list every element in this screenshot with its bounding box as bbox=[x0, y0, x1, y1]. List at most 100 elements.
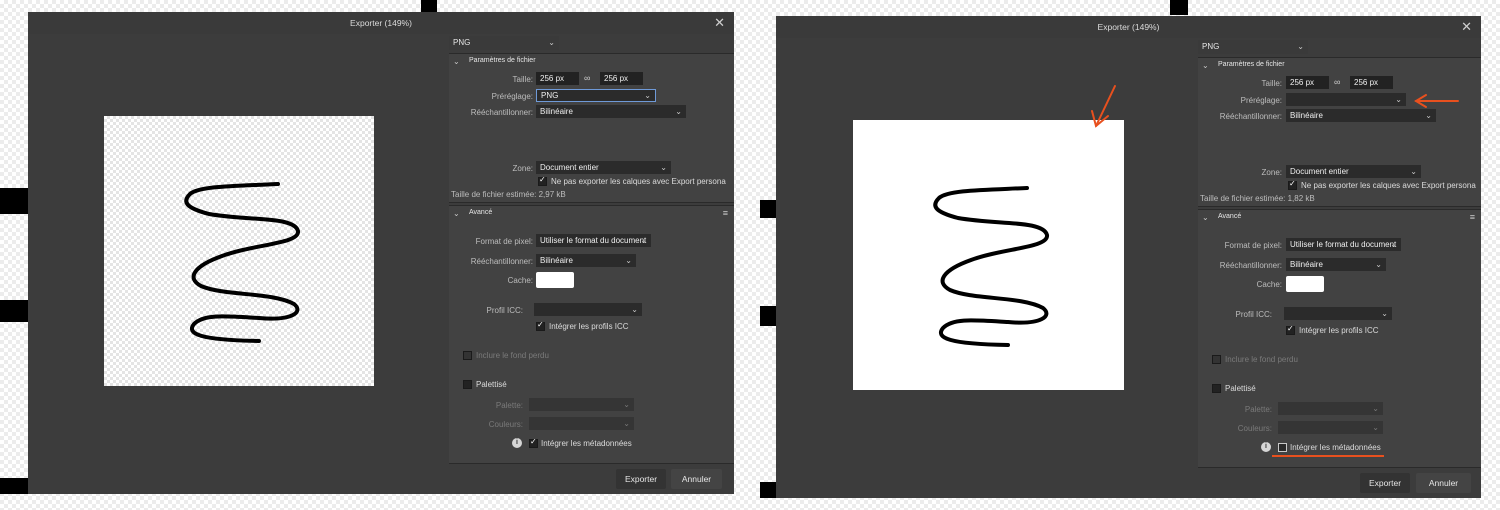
no-export-persona-checkbox[interactable] bbox=[1288, 179, 1297, 190]
embed-icc-checkbox[interactable] bbox=[1286, 324, 1295, 335]
chevron-down-icon[interactable]: ⌄ bbox=[1202, 213, 1209, 222]
embed-icc-label: Intégrer les profils ICC bbox=[1299, 326, 1379, 335]
matte-color-swatch[interactable] bbox=[536, 272, 574, 288]
chevron-down-icon: ⌄ bbox=[625, 256, 632, 265]
export-dialog-left: Exporter (149%) ✕ PNG ⌄ ⌄ Paramètres de … bbox=[28, 12, 734, 494]
resample-dropdown[interactable]: Bilinéaire ⌄ bbox=[536, 105, 686, 118]
width-input[interactable]: 256 px bbox=[1286, 76, 1329, 89]
pixel-format-value: Utiliser le format du document bbox=[540, 236, 647, 245]
zone-label: Zone: bbox=[512, 164, 533, 173]
squiggle-drawing bbox=[184, 182, 300, 343]
format-dropdown[interactable]: PNG ⌄ bbox=[449, 36, 559, 50]
width-input[interactable]: 256 px bbox=[536, 72, 579, 85]
embed-icc-checkbox[interactable] bbox=[536, 320, 545, 331]
export-button[interactable]: Exporter bbox=[616, 469, 666, 489]
include-bleed-label: Inclure le fond perdu bbox=[1225, 355, 1298, 364]
include-bleed-checkbox[interactable] bbox=[463, 351, 472, 360]
chevron-down-icon[interactable]: ⌄ bbox=[453, 209, 460, 218]
info-icon[interactable]: i bbox=[1261, 442, 1271, 452]
chevron-down-icon: ⌄ bbox=[675, 107, 682, 116]
resample-dropdown[interactable]: Bilinéaire ⌄ bbox=[1286, 109, 1436, 122]
hamburger-menu-icon[interactable]: ≡ bbox=[723, 208, 728, 218]
zone-value: Document entier bbox=[1290, 167, 1349, 176]
icc-dropdown[interactable]: ⌄ bbox=[1284, 307, 1392, 320]
palette-dropdown[interactable]: ⌄ bbox=[1278, 402, 1383, 415]
resample2-value: Bilinéaire bbox=[1290, 260, 1323, 269]
chevron-down-icon: ⌄ bbox=[640, 236, 647, 245]
background-mark bbox=[421, 0, 437, 12]
height-input[interactable]: 256 px bbox=[600, 72, 643, 85]
export-settings-panel: PNG ⌄ ⌄ Paramètres de fichier Taille: 25… bbox=[1198, 38, 1481, 498]
title-bar: Exporter (149%) ✕ bbox=[776, 16, 1481, 38]
close-icon[interactable]: ✕ bbox=[1461, 19, 1472, 35]
preset-dropdown[interactable]: ⌄ bbox=[1286, 93, 1406, 106]
chevron-down-icon: ⌄ bbox=[1372, 404, 1379, 413]
matte-label: Cache: bbox=[1256, 280, 1282, 289]
palette-label: Palette: bbox=[495, 401, 523, 410]
colors-dropdown[interactable]: ⌄ bbox=[529, 417, 634, 430]
include-bleed-label: Inclure le fond perdu bbox=[476, 351, 549, 360]
zone-dropdown[interactable]: Document entier ⌄ bbox=[536, 161, 671, 174]
preset-label: Préréglage: bbox=[1240, 96, 1282, 105]
annotation-underline bbox=[1272, 455, 1384, 457]
resample2-value: Bilinéaire bbox=[540, 256, 573, 265]
file-settings-header: Paramètres de fichier bbox=[469, 57, 536, 64]
advanced-header: Avancé bbox=[469, 209, 493, 216]
pixel-format-label: Format de pixel: bbox=[475, 237, 533, 246]
no-export-persona-label: Ne pas exporter les calques avec Export … bbox=[1301, 181, 1476, 190]
zone-dropdown[interactable]: Document entier ⌄ bbox=[1286, 165, 1421, 178]
chevron-down-icon: ⌄ bbox=[1395, 95, 1402, 104]
palette-label: Palette: bbox=[1244, 405, 1272, 414]
preview-canvas bbox=[853, 120, 1124, 390]
icc-dropdown[interactable]: ⌄ bbox=[534, 303, 642, 316]
background-mark bbox=[0, 188, 28, 214]
resample2-dropdown[interactable]: Bilinéaire ⌄ bbox=[536, 254, 636, 267]
palettised-checkbox[interactable] bbox=[1212, 384, 1221, 393]
link-icon[interactable]: ∞ bbox=[584, 73, 590, 83]
pixel-format-dropdown[interactable]: Utiliser le format du document ⌄ bbox=[536, 234, 651, 247]
advanced-header: Avancé bbox=[1218, 213, 1242, 220]
no-export-persona-checkbox[interactable] bbox=[538, 175, 547, 186]
resample-value: Bilinéaire bbox=[540, 107, 573, 116]
matte-color-swatch[interactable] bbox=[1286, 276, 1324, 292]
preview-canvas bbox=[104, 116, 374, 386]
close-icon[interactable]: ✕ bbox=[714, 15, 725, 31]
estimated-size-label: Taille de fichier estimée: 2,97 kB bbox=[451, 190, 566, 199]
include-bleed-checkbox[interactable] bbox=[1212, 355, 1221, 364]
chevron-down-icon: ⌄ bbox=[623, 419, 630, 428]
pixel-format-dropdown[interactable]: Utiliser le format du document ⌄ bbox=[1286, 238, 1401, 251]
resample-label: Rééchantillonner: bbox=[1219, 112, 1282, 121]
chevron-down-icon: ⌄ bbox=[548, 38, 555, 47]
cancel-button[interactable]: Annuler bbox=[671, 469, 722, 489]
estimated-size-label: Taille de fichier estimée: 1,82 kB bbox=[1200, 194, 1315, 203]
dialog-title: Exporter (149%) bbox=[1097, 22, 1160, 32]
chevron-down-icon: ⌄ bbox=[1425, 111, 1432, 120]
link-icon[interactable]: ∞ bbox=[1334, 77, 1340, 87]
chevron-down-icon[interactable]: ⌄ bbox=[453, 57, 460, 66]
preset-dropdown[interactable]: PNG ⌄ bbox=[536, 89, 656, 102]
embed-metadata-checkbox[interactable] bbox=[529, 437, 538, 448]
background-mark bbox=[0, 300, 28, 322]
resample2-dropdown[interactable]: Bilinéaire ⌄ bbox=[1286, 258, 1386, 271]
cancel-button[interactable]: Annuler bbox=[1416, 473, 1471, 493]
export-button[interactable]: Exporter bbox=[1360, 473, 1410, 493]
pixel-format-label: Format de pixel: bbox=[1224, 241, 1282, 250]
format-dropdown[interactable]: PNG ⌄ bbox=[1198, 40, 1308, 54]
background-mark bbox=[0, 478, 28, 494]
chevron-down-icon: ⌄ bbox=[623, 400, 630, 409]
zone-value: Document entier bbox=[540, 163, 599, 172]
resample2-label: Rééchantillonner: bbox=[470, 257, 533, 266]
resample-value: Bilinéaire bbox=[1290, 111, 1323, 120]
palettised-checkbox[interactable] bbox=[463, 380, 472, 389]
export-dialog-right: Exporter (149%) ✕ PNG ⌄ ⌄ Paramètres de … bbox=[776, 16, 1481, 498]
chevron-down-icon[interactable]: ⌄ bbox=[1202, 61, 1209, 70]
embed-metadata-checkbox[interactable] bbox=[1278, 443, 1287, 452]
advanced-section: ⌄ Avancé ≡ Format de pixel: Utiliser le … bbox=[1198, 209, 1481, 468]
hamburger-menu-icon[interactable]: ≡ bbox=[1470, 212, 1475, 222]
colors-dropdown[interactable]: ⌄ bbox=[1278, 421, 1383, 434]
chevron-down-icon: ⌄ bbox=[1381, 309, 1388, 318]
height-input[interactable]: 256 px bbox=[1350, 76, 1393, 89]
info-icon[interactable]: i bbox=[512, 438, 522, 448]
colors-label: Couleurs: bbox=[1237, 424, 1272, 433]
palette-dropdown[interactable]: ⌄ bbox=[529, 398, 634, 411]
